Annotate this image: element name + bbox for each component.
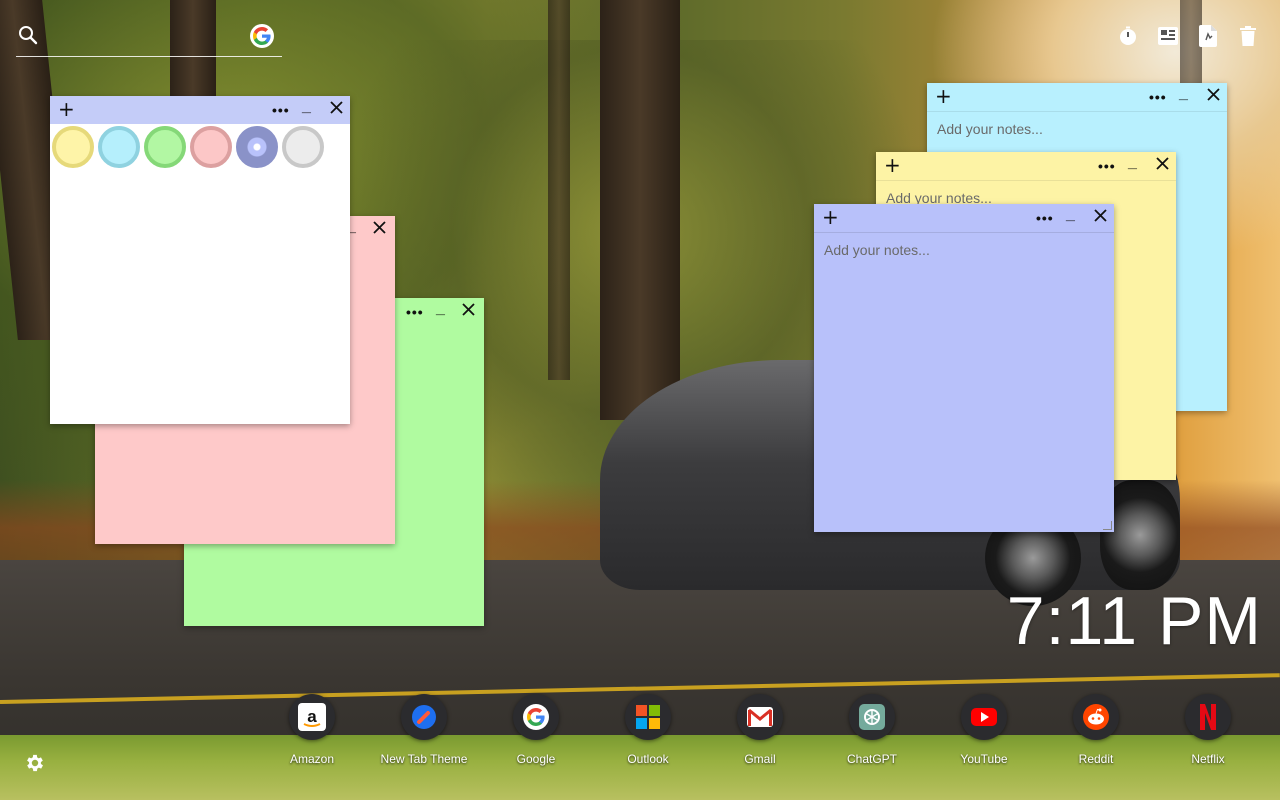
close-icon[interactable] — [1156, 157, 1169, 175]
close-icon[interactable] — [462, 303, 475, 321]
minimize-icon[interactable]: _ — [1128, 154, 1137, 172]
more-options-icon[interactable]: ••• — [406, 304, 424, 320]
new-tab-theme-icon — [401, 694, 447, 740]
google-search-engine-icon[interactable] — [250, 24, 274, 48]
dock-label: Gmail — [744, 752, 776, 766]
outlook-icon — [625, 694, 671, 740]
amazon-icon: a — [289, 694, 335, 740]
minimize-icon[interactable]: _ — [302, 98, 311, 116]
minimize-icon[interactable]: _ — [1179, 85, 1188, 103]
note-header[interactable]: + ••• _ — [50, 96, 350, 124]
youtube-icon — [961, 694, 1007, 740]
add-note-icon[interactable]: + — [822, 207, 839, 227]
tree-trunk — [600, 0, 680, 420]
chatgpt-icon — [849, 694, 895, 740]
note-textarea[interactable]: Add your notes... — [937, 121, 1217, 137]
dock-item-netflix[interactable]: Netflix — [1158, 694, 1258, 766]
dock-label: Amazon — [289, 752, 335, 766]
dock-label: Outlook — [627, 752, 669, 766]
minimize-icon[interactable]: _ — [436, 300, 445, 318]
more-options-icon[interactable]: ••• — [1098, 158, 1116, 174]
minimize-icon[interactable]: _ — [1066, 206, 1075, 224]
notes-icon[interactable] — [1198, 24, 1218, 48]
dock-label: Google — [516, 752, 556, 766]
dock-item-outlook[interactable]: Outlook — [598, 694, 698, 766]
top-toolbar — [1118, 24, 1258, 48]
dock-label: New Tab Theme — [380, 752, 468, 766]
color-swatch-pink[interactable] — [190, 126, 232, 168]
close-icon[interactable] — [330, 101, 343, 119]
add-note-icon[interactable]: + — [935, 86, 952, 106]
close-icon[interactable] — [373, 221, 386, 239]
color-swatch-white[interactable] — [282, 126, 324, 168]
close-icon[interactable] — [1094, 209, 1107, 227]
settings-gear-icon[interactable] — [24, 752, 48, 776]
color-swatch-yellow[interactable] — [52, 126, 94, 168]
gmail-icon — [737, 694, 783, 740]
tree-trunk — [548, 0, 570, 380]
search-bar — [16, 20, 282, 57]
dock-item-new-tab-theme[interactable]: New Tab Theme — [374, 694, 474, 766]
color-picker — [52, 126, 324, 168]
note-header[interactable]: + ••• _ — [927, 83, 1227, 112]
search-icon[interactable] — [18, 25, 38, 50]
dock-item-gmail[interactable]: Gmail — [710, 694, 810, 766]
svg-text:a: a — [307, 707, 317, 726]
dock-item-google[interactable]: Google — [486, 694, 586, 766]
more-options-icon[interactable]: ••• — [1149, 89, 1167, 105]
timer-icon[interactable] — [1118, 24, 1138, 48]
add-note-icon[interactable]: + — [884, 155, 901, 175]
trash-icon[interactable] — [1238, 24, 1258, 48]
note-header[interactable]: + ••• _ — [814, 204, 1114, 233]
dock-item-reddit[interactable]: Reddit — [1046, 694, 1146, 766]
dock-label: Reddit — [1078, 752, 1114, 766]
more-options-icon[interactable]: ••• — [1036, 210, 1054, 226]
color-swatch-blue-selected[interactable] — [236, 126, 278, 168]
note-textarea[interactable]: Add your notes... — [824, 242, 1104, 258]
widgets-icon[interactable] — [1158, 24, 1178, 48]
dock-item-amazon[interactable]: a Amazon — [262, 694, 362, 766]
dock-item-chatgpt[interactable]: ChatGPT — [822, 694, 922, 766]
note-header[interactable]: + ••• _ — [876, 152, 1176, 181]
reddit-icon — [1073, 694, 1119, 740]
clock: 7:11 PM — [1006, 583, 1262, 659]
more-options-icon[interactable]: ••• — [272, 102, 290, 118]
dock-label: YouTube — [960, 752, 1008, 766]
google-icon — [513, 694, 559, 740]
resize-handle[interactable] — [1103, 521, 1112, 530]
color-swatch-cyan[interactable] — [98, 126, 140, 168]
dock-item-youtube[interactable]: YouTube — [934, 694, 1034, 766]
add-note-icon[interactable]: + — [58, 99, 75, 119]
dock-label: ChatGPT — [846, 752, 897, 766]
sticky-note-blue[interactable]: + ••• _ Add your notes... — [814, 204, 1114, 532]
dock-label: Netflix — [1191, 752, 1225, 766]
sticky-note-white[interactable]: + ••• _ — [50, 96, 350, 424]
search-input[interactable] — [52, 26, 246, 50]
bookmarks-dock: a Amazon New Tab Theme Google Outlook Gm… — [0, 694, 1280, 774]
close-icon[interactable] — [1207, 88, 1220, 106]
netflix-icon — [1185, 694, 1231, 740]
color-swatch-green[interactable] — [144, 126, 186, 168]
